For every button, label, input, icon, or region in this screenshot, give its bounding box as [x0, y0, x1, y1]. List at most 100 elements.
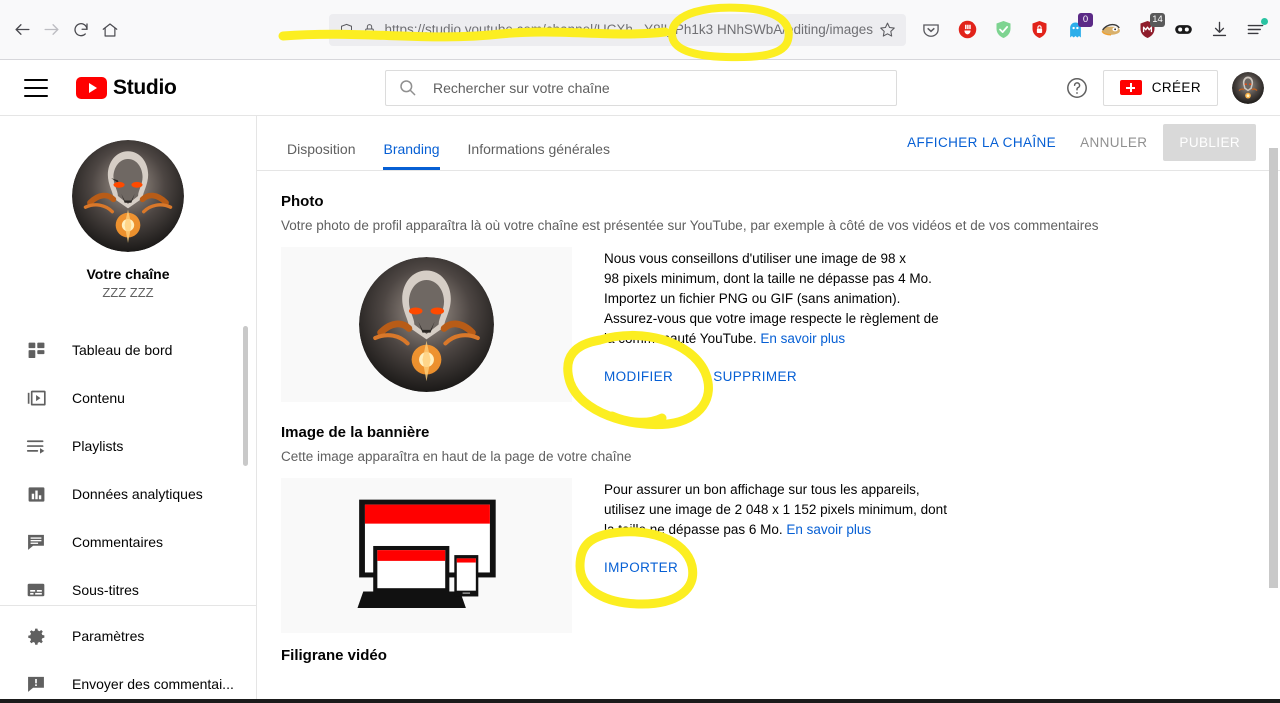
gear-icon: [24, 624, 48, 648]
youtube-logo-icon: [76, 77, 107, 99]
banner-info-line: Pour assurer un bon affichage sur tous l…: [604, 480, 947, 500]
update-dot-icon: [1261, 18, 1268, 25]
section-photo: Photo Votre photo de profil apparaîtra l…: [281, 193, 1256, 402]
playlist-icon: [24, 434, 48, 458]
extension-icons: 0 14: [920, 19, 1268, 41]
search-input[interactable]: Rechercher sur votre chaîne: [385, 70, 897, 106]
ublock-origin-icon[interactable]: [956, 19, 978, 41]
cancel-button[interactable]: ANNULER: [1072, 125, 1155, 160]
branding-content: Photo Votre photo de profil apparaîtra l…: [257, 171, 1280, 664]
home-button[interactable]: [99, 13, 120, 47]
learn-more-link[interactable]: En savoir plus: [760, 331, 845, 346]
shield-icon[interactable]: [339, 22, 354, 38]
banner-buttons: IMPORTER: [604, 560, 947, 575]
photo-info-line: 98 pixels minimum, dont la taille ne dép…: [604, 269, 939, 289]
brand-label: Studio: [113, 76, 177, 100]
shield-check-icon[interactable]: [992, 19, 1014, 41]
analytics-bar-chart-icon: [24, 482, 48, 506]
sidebar-item-label: Playlists: [72, 438, 123, 454]
devices-banner-placeholder: [281, 478, 572, 633]
dark-reader-icon[interactable]: [1172, 19, 1194, 41]
sidebar-item-settings[interactable]: Paramètres: [0, 612, 256, 660]
forward-button[interactable]: [41, 13, 62, 47]
create-button-label: CRÉER: [1152, 80, 1201, 95]
tab-branding[interactable]: Branding: [369, 141, 453, 170]
profile-photo-image: [359, 257, 494, 392]
banner-info-line: la taille ne dépasse pas 6 Mo.: [604, 522, 783, 537]
import-banner-button[interactable]: IMPORTER: [604, 560, 678, 575]
account-avatar[interactable]: [1232, 72, 1264, 104]
banner-info-line: utilisez une image de 2 048 x 1 152 pixe…: [604, 500, 947, 520]
channel-block: Votre chaîne ZZZ ZZZ: [0, 128, 256, 310]
search-placeholder: Rechercher sur votre chaîne: [433, 80, 610, 96]
sidebar-nav: Tableau de bord Contenu Playlists: [0, 326, 256, 598]
photo-buttons: MODIFIER SUPPRIMER: [604, 369, 939, 384]
sidebar-item-comments[interactable]: Commentaires: [0, 518, 256, 566]
section-description: Cette image apparaîtra en haut de la pag…: [281, 449, 1256, 464]
sidebar-scrollbar[interactable]: [243, 326, 248, 466]
tab-informations-generales[interactable]: Informations générales: [454, 141, 624, 170]
sidebar-scroll-area: Votre chaîne ZZZ ZZZ Tableau de bord Con…: [0, 128, 256, 598]
banner-info: Pour assurer un bon affichage sur tous l…: [604, 478, 947, 633]
reload-button[interactable]: [70, 13, 91, 47]
sidebar-divider: [0, 605, 256, 606]
sidebar-item-feedback[interactable]: Envoyer des commentai...: [0, 660, 256, 703]
sidebar-item-label: Données analytiques: [72, 486, 203, 502]
ghostery-icon[interactable]: 0: [1064, 19, 1086, 41]
channel-avatar[interactable]: [72, 140, 184, 252]
section-title: Photo: [281, 193, 1256, 210]
section-watermark: Filigrane vidéo: [281, 647, 1256, 664]
create-button[interactable]: CRÉER: [1103, 70, 1218, 106]
video-library-icon: [24, 386, 48, 410]
sidebar-item-label: Sous-titres: [72, 582, 139, 598]
sidebar-item-label: Paramètres: [72, 628, 144, 644]
devices-illustration-icon: [307, 488, 547, 623]
help-circle-icon[interactable]: [1065, 76, 1089, 100]
back-button[interactable]: [12, 13, 33, 47]
section-title: Filigrane vidéo: [281, 647, 1256, 664]
lock-icon[interactable]: [363, 22, 376, 37]
address-bar[interactable]: https://studio.youtube.com/channel/UCXh.…: [329, 14, 907, 46]
sidebar-item-dashboard[interactable]: Tableau de bord: [0, 326, 256, 374]
modify-photo-button[interactable]: MODIFIER: [604, 369, 673, 384]
sidebar-item-label: Envoyer des commentai...: [72, 676, 234, 692]
studio-brand[interactable]: Studio: [76, 76, 177, 100]
sidebar-item-subtitles[interactable]: Sous-titres: [0, 566, 256, 598]
sidebar: Votre chaîne ZZZ ZZZ Tableau de bord Con…: [0, 116, 256, 703]
sidebar-item-analytics[interactable]: Données analytiques: [0, 470, 256, 518]
malwarebytes-badge: 14: [1150, 13, 1165, 27]
delete-photo-button[interactable]: SUPPRIMER: [713, 369, 797, 384]
main-content: Disposition Branding Informations généra…: [256, 116, 1280, 703]
profile-photo-preview: [281, 247, 572, 402]
star-icon[interactable]: [879, 21, 896, 38]
photo-info-line: la communauté YouTube.: [604, 331, 757, 346]
hamburger-menu-icon[interactable]: [24, 79, 48, 97]
tab-disposition[interactable]: Disposition: [281, 141, 369, 170]
photo-info-line: Importez un fichier PNG ou GIF (sans ani…: [604, 289, 939, 309]
photo-info-line: Assurez-vous que votre image respecte le…: [604, 309, 939, 329]
downloads-icon[interactable]: [1208, 19, 1230, 41]
studio-header: Studio Rechercher sur votre chaîne CRÉER: [0, 60, 1280, 116]
adguard-icon[interactable]: [1028, 19, 1050, 41]
window-bottom-strip: [0, 699, 1280, 703]
url-text[interactable]: https://studio.youtube.com/channel/UCXh.…: [385, 22, 874, 37]
main-scrollbar[interactable]: [1269, 148, 1278, 588]
publish-button[interactable]: PUBLIER: [1163, 124, 1256, 161]
app-menu-icon[interactable]: [1244, 19, 1266, 41]
page-body: Votre chaîne ZZZ ZZZ Tableau de bord Con…: [0, 116, 1280, 703]
learn-more-link[interactable]: En savoir plus: [786, 522, 871, 537]
privacy-badger-icon[interactable]: [1100, 19, 1122, 41]
ghostery-badge: 0: [1078, 13, 1093, 27]
photo-info-line: Nous vous conseillons d'utiliser une ima…: [604, 249, 939, 269]
malwarebytes-icon[interactable]: 14: [1136, 19, 1158, 41]
channel-title: Votre chaîne: [0, 266, 256, 282]
browser-toolbar: https://studio.youtube.com/channel/UCXh.…: [0, 0, 1280, 60]
view-channel-button[interactable]: AFFICHER LA CHAÎNE: [899, 125, 1064, 160]
sidebar-item-playlists[interactable]: Playlists: [0, 422, 256, 470]
feedback-icon: [24, 672, 48, 696]
search-icon: [398, 78, 417, 97]
pocket-icon[interactable]: [920, 19, 942, 41]
photo-info-line-with-link: la communauté YouTube. En savoir plus: [604, 329, 939, 349]
sidebar-item-content[interactable]: Contenu: [0, 374, 256, 422]
section-description: Votre photo de profil apparaîtra là où v…: [281, 218, 1256, 233]
